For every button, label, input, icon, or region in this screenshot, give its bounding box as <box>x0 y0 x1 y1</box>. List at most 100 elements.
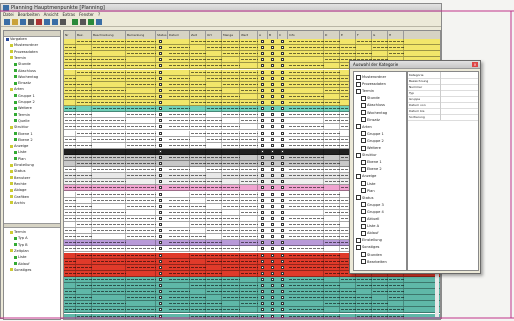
dialog-tree-item[interactable]: Gruppe 3 <box>361 202 384 208</box>
row-checkbox[interactable] <box>281 88 284 92</box>
tree-item[interactable]: Gruppe 1 <box>14 93 35 99</box>
tree-item[interactable]: Archiv <box>10 200 25 206</box>
dialog-tree-item[interactable]: Gruppe 2 <box>361 138 384 144</box>
row-checkbox[interactable] <box>159 235 162 239</box>
row-checkbox[interactable] <box>271 259 274 263</box>
row-checkbox[interactable] <box>261 271 264 275</box>
row-checkbox[interactable] <box>271 241 274 245</box>
tree-item[interactable]: Benutzer <box>10 175 30 181</box>
row-checkbox[interactable] <box>261 168 264 172</box>
dialog-tree-item[interactable]: Gruppe 1 <box>361 131 384 137</box>
row-checkbox[interactable] <box>159 76 162 80</box>
tree-item[interactable]: Ablage <box>10 187 26 193</box>
table-row[interactable] <box>64 283 440 289</box>
row-checkbox[interactable] <box>271 101 274 104</box>
row-checkbox[interactable] <box>261 155 264 159</box>
dialog-tree-item[interactable]: Status <box>356 195 373 201</box>
table-row[interactable] <box>64 45 440 52</box>
row-checkbox[interactable] <box>271 253 274 257</box>
row-checkbox[interactable] <box>281 174 284 178</box>
row-checkbox[interactable] <box>271 107 274 111</box>
row-checkbox[interactable] <box>281 46 284 50</box>
column-header[interactable]: G <box>372 31 388 39</box>
table-row[interactable] <box>64 276 440 283</box>
row-checkbox[interactable] <box>281 241 284 245</box>
column-header[interactable]: D <box>324 31 340 39</box>
dialog-tree-item[interactable]: Liste A <box>361 223 379 229</box>
row-checkbox[interactable] <box>281 198 284 202</box>
tree-item[interactable]: Liste <box>14 149 27 155</box>
row-checkbox[interactable] <box>261 131 264 135</box>
row-checkbox[interactable] <box>159 223 162 226</box>
row-checkbox[interactable] <box>159 216 162 220</box>
row-checkbox[interactable] <box>261 46 264 50</box>
row-checkbox[interactable] <box>271 52 274 56</box>
row-checkbox[interactable] <box>159 155 162 159</box>
save-icon[interactable] <box>20 19 26 25</box>
row-checkbox[interactable] <box>159 52 162 56</box>
row-checkbox[interactable] <box>159 88 162 92</box>
row-checkbox[interactable] <box>271 125 274 129</box>
column-header[interactable]: Beschreibung <box>92 31 126 39</box>
dialog-tree-item[interactable]: Einsatz <box>361 117 380 123</box>
row-checkbox[interactable] <box>159 314 162 318</box>
checkbox-icon[interactable] <box>361 223 366 229</box>
row-checkbox[interactable] <box>159 125 162 129</box>
row-checkbox[interactable] <box>261 143 264 147</box>
row-checkbox[interactable] <box>159 180 162 184</box>
column-header[interactable]: Menge <box>222 31 240 39</box>
dialog-tree-item[interactable]: Gruppe 4 <box>361 209 384 215</box>
checkbox-icon[interactable] <box>356 88 361 94</box>
row-checkbox[interactable] <box>261 52 264 56</box>
tree-item[interactable]: Rechte <box>10 181 26 187</box>
dialog-tree-item[interactable]: Termin <box>356 88 374 94</box>
row-checkbox[interactable] <box>281 64 284 68</box>
row-checkbox[interactable] <box>271 284 274 287</box>
row-checkbox[interactable] <box>261 162 264 165</box>
column-header[interactable]: F <box>356 31 372 39</box>
dialog-tree-item[interactable]: Musterordner <box>356 74 386 80</box>
dialog-tree-item[interactable]: Stunden <box>361 252 382 258</box>
row-checkbox[interactable] <box>159 46 162 50</box>
checkbox-icon[interactable] <box>361 202 366 208</box>
row-checkbox[interactable] <box>281 308 284 312</box>
row-checkbox[interactable] <box>159 131 162 135</box>
tree-item[interactable]: Zeitplan <box>10 248 29 254</box>
table-row[interactable] <box>64 289 440 296</box>
checkbox-icon[interactable] <box>361 110 366 115</box>
row-checkbox[interactable] <box>261 113 264 117</box>
dialog-tree-item[interactable]: Stunde <box>361 95 380 101</box>
tree-item[interactable]: Prozessdaten <box>10 49 38 55</box>
row-checkbox[interactable] <box>261 70 264 74</box>
row-checkbox[interactable] <box>281 149 284 153</box>
tree-item[interactable]: Ebene 2 <box>14 137 33 143</box>
row-checkbox[interactable] <box>271 64 274 68</box>
row-checkbox[interactable] <box>281 247 284 251</box>
row-checkbox[interactable] <box>281 119 284 123</box>
paste-icon[interactable] <box>52 19 58 25</box>
dialog-tree-item[interactable]: Abschluss <box>361 102 385 108</box>
row-checkbox[interactable] <box>261 186 264 190</box>
tree-item[interactable]: Anzeige <box>10 143 28 149</box>
row-checkbox[interactable] <box>159 58 162 62</box>
row-checkbox[interactable] <box>271 265 274 269</box>
row-checkbox[interactable] <box>271 94 274 98</box>
dialog-tree-item[interactable]: Aktuell <box>361 216 379 222</box>
tree-item[interactable]: Termin <box>14 112 30 118</box>
row-checkbox[interactable] <box>159 192 162 196</box>
row-checkbox[interactable] <box>271 204 274 208</box>
row-checkbox[interactable] <box>281 265 284 269</box>
row-checkbox[interactable] <box>159 277 162 281</box>
row-checkbox[interactable] <box>271 46 274 50</box>
tree-item[interactable]: Wochentag <box>14 74 38 80</box>
table-row[interactable] <box>64 313 440 319</box>
row-checkbox[interactable] <box>261 174 264 178</box>
dialog-tree-item[interactable]: Ebene 2 <box>361 166 382 172</box>
dialog-tree-item[interactable]: Arten <box>356 124 372 130</box>
row-checkbox[interactable] <box>261 58 264 62</box>
row-checkbox[interactable] <box>159 284 162 287</box>
column-header[interactable]: Status <box>156 31 168 39</box>
row-checkbox[interactable] <box>159 149 162 153</box>
row-checkbox[interactable] <box>159 296 162 300</box>
row-checkbox[interactable] <box>159 143 162 147</box>
